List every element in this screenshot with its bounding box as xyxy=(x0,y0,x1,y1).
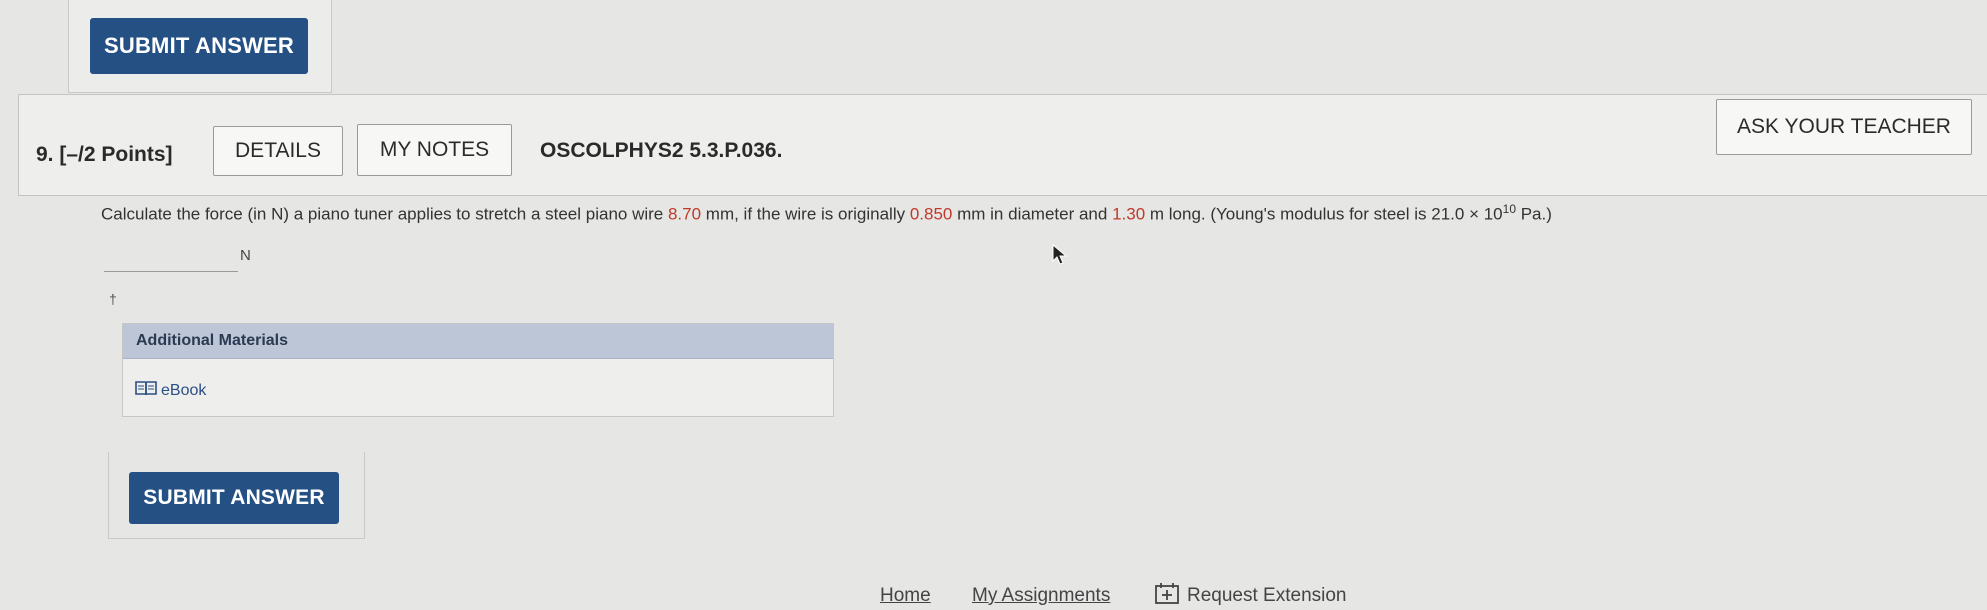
request-extension-link[interactable]: Request Extension xyxy=(1155,582,1347,610)
additional-materials-box: Additional Materials eBook xyxy=(122,323,834,417)
unit-label: N xyxy=(240,247,251,264)
question-number-points: 9. [–/2 Points] xyxy=(36,143,173,166)
request-extension-label: Request Extension xyxy=(1187,585,1347,606)
question-text: Calculate the force (in N) a piano tuner… xyxy=(101,202,1552,225)
stretch-value: 8.70 xyxy=(667,204,702,224)
question-text-part3: mm in diameter and xyxy=(952,204,1113,224)
footer-home-link[interactable]: Home xyxy=(880,585,931,607)
my-notes-button[interactable]: MY NOTES xyxy=(357,124,512,176)
question-text-part1: Calculate the force (in N) a piano tuner… xyxy=(101,204,668,224)
question-text-part2: mm, if the wire is originally xyxy=(701,204,910,224)
ebook-link[interactable]: eBook xyxy=(135,380,206,401)
additional-materials-heading: Additional Materials xyxy=(123,324,833,359)
question-code: OSCOLPHYS2 5.3.P.036. xyxy=(540,139,783,162)
details-button[interactable]: DETAILS xyxy=(213,126,343,176)
submit-answer-button-top[interactable]: SUBMIT ANSWER xyxy=(90,18,308,74)
diameter-value: 0.850 xyxy=(909,204,953,224)
mouse-cursor-icon xyxy=(1052,243,1068,271)
book-icon xyxy=(135,380,157,401)
ask-your-teacher-button[interactable]: ASK YOUR TEACHER xyxy=(1716,99,1972,155)
footer-my-assignments-link[interactable]: My Assignments xyxy=(972,585,1110,607)
question-text-part5: Pa.) xyxy=(1516,204,1552,224)
exponent: 10 xyxy=(1502,202,1516,216)
length-value: 1.30 xyxy=(1112,204,1146,224)
ebook-label: eBook xyxy=(161,381,207,399)
dagger-mark: † xyxy=(109,291,117,307)
answer-input[interactable] xyxy=(104,245,238,272)
submit-answer-button-bottom[interactable]: SUBMIT ANSWER xyxy=(129,472,339,524)
question-text-part4: m long. (Young's modulus for steel is 21… xyxy=(1145,204,1503,224)
plus-box-icon xyxy=(1155,582,1179,610)
